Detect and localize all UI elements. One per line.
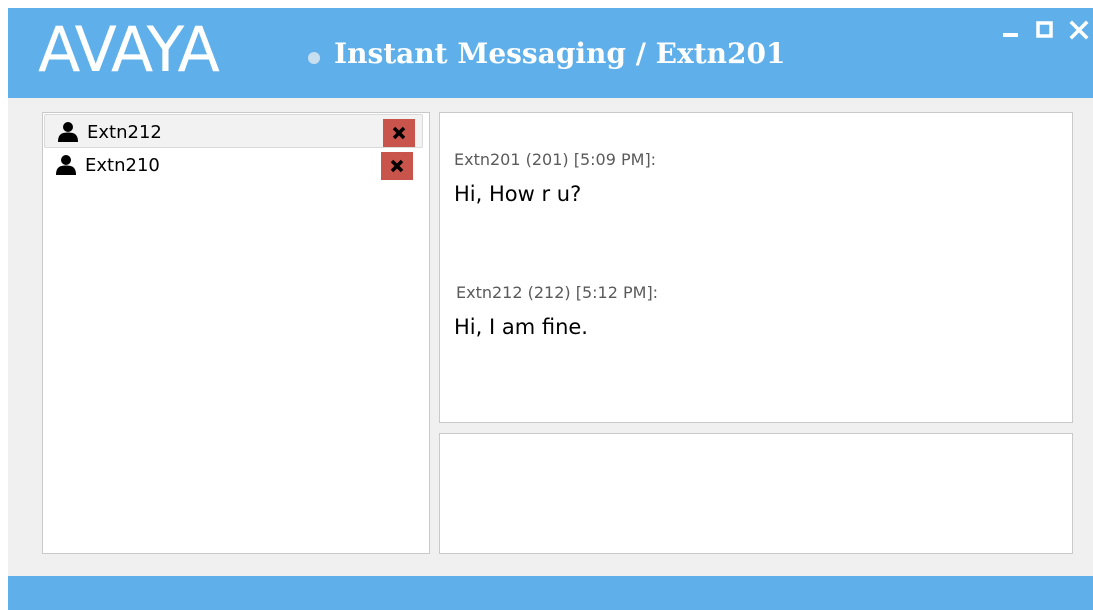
message-sender: Extn201 (201) [5:09 PM]: (454, 150, 657, 169)
close-window-button[interactable] (1069, 20, 1089, 40)
contact-name: Extn210 (85, 155, 160, 176)
message-text: Hi, How r u? (454, 182, 582, 206)
im-window: AVAYA Instant Messaging / Extn201 Extn21… (8, 8, 1093, 610)
person-icon (58, 122, 78, 142)
maximize-button[interactable] (1035, 20, 1055, 40)
title-bar: AVAYA Instant Messaging / Extn201 (8, 8, 1093, 98)
contact-list: Extn212 Extn210 (42, 112, 430, 554)
minimize-button[interactable] (1001, 20, 1021, 40)
maximize-icon (1036, 21, 1053, 38)
person-icon (56, 155, 76, 175)
window-title: Instant Messaging / Extn201 (334, 37, 786, 70)
status-bar (8, 576, 1093, 610)
minimize-icon (1003, 33, 1018, 37)
separator-dot (308, 52, 320, 64)
contact-item[interactable]: Extn210 (43, 148, 429, 184)
close-icon (392, 126, 406, 140)
contact-item[interactable]: Extn212 (44, 114, 423, 148)
message-input[interactable] (439, 433, 1073, 554)
close-conversation-button[interactable] (381, 152, 413, 180)
message-sender: Extn212 (212) [5:12 PM]: (456, 283, 659, 302)
close-icon (390, 159, 404, 173)
message-text: Hi, I am fine. (454, 315, 588, 339)
message-history[interactable]: Extn201 (201) [5:09 PM]: Hi, How r u? Ex… (439, 112, 1073, 423)
avaya-logo: AVAYA (38, 13, 220, 86)
close-conversation-button[interactable] (383, 119, 415, 147)
window-controls (1001, 20, 1089, 40)
close-icon (1069, 20, 1089, 40)
contact-name: Extn212 (87, 122, 162, 143)
